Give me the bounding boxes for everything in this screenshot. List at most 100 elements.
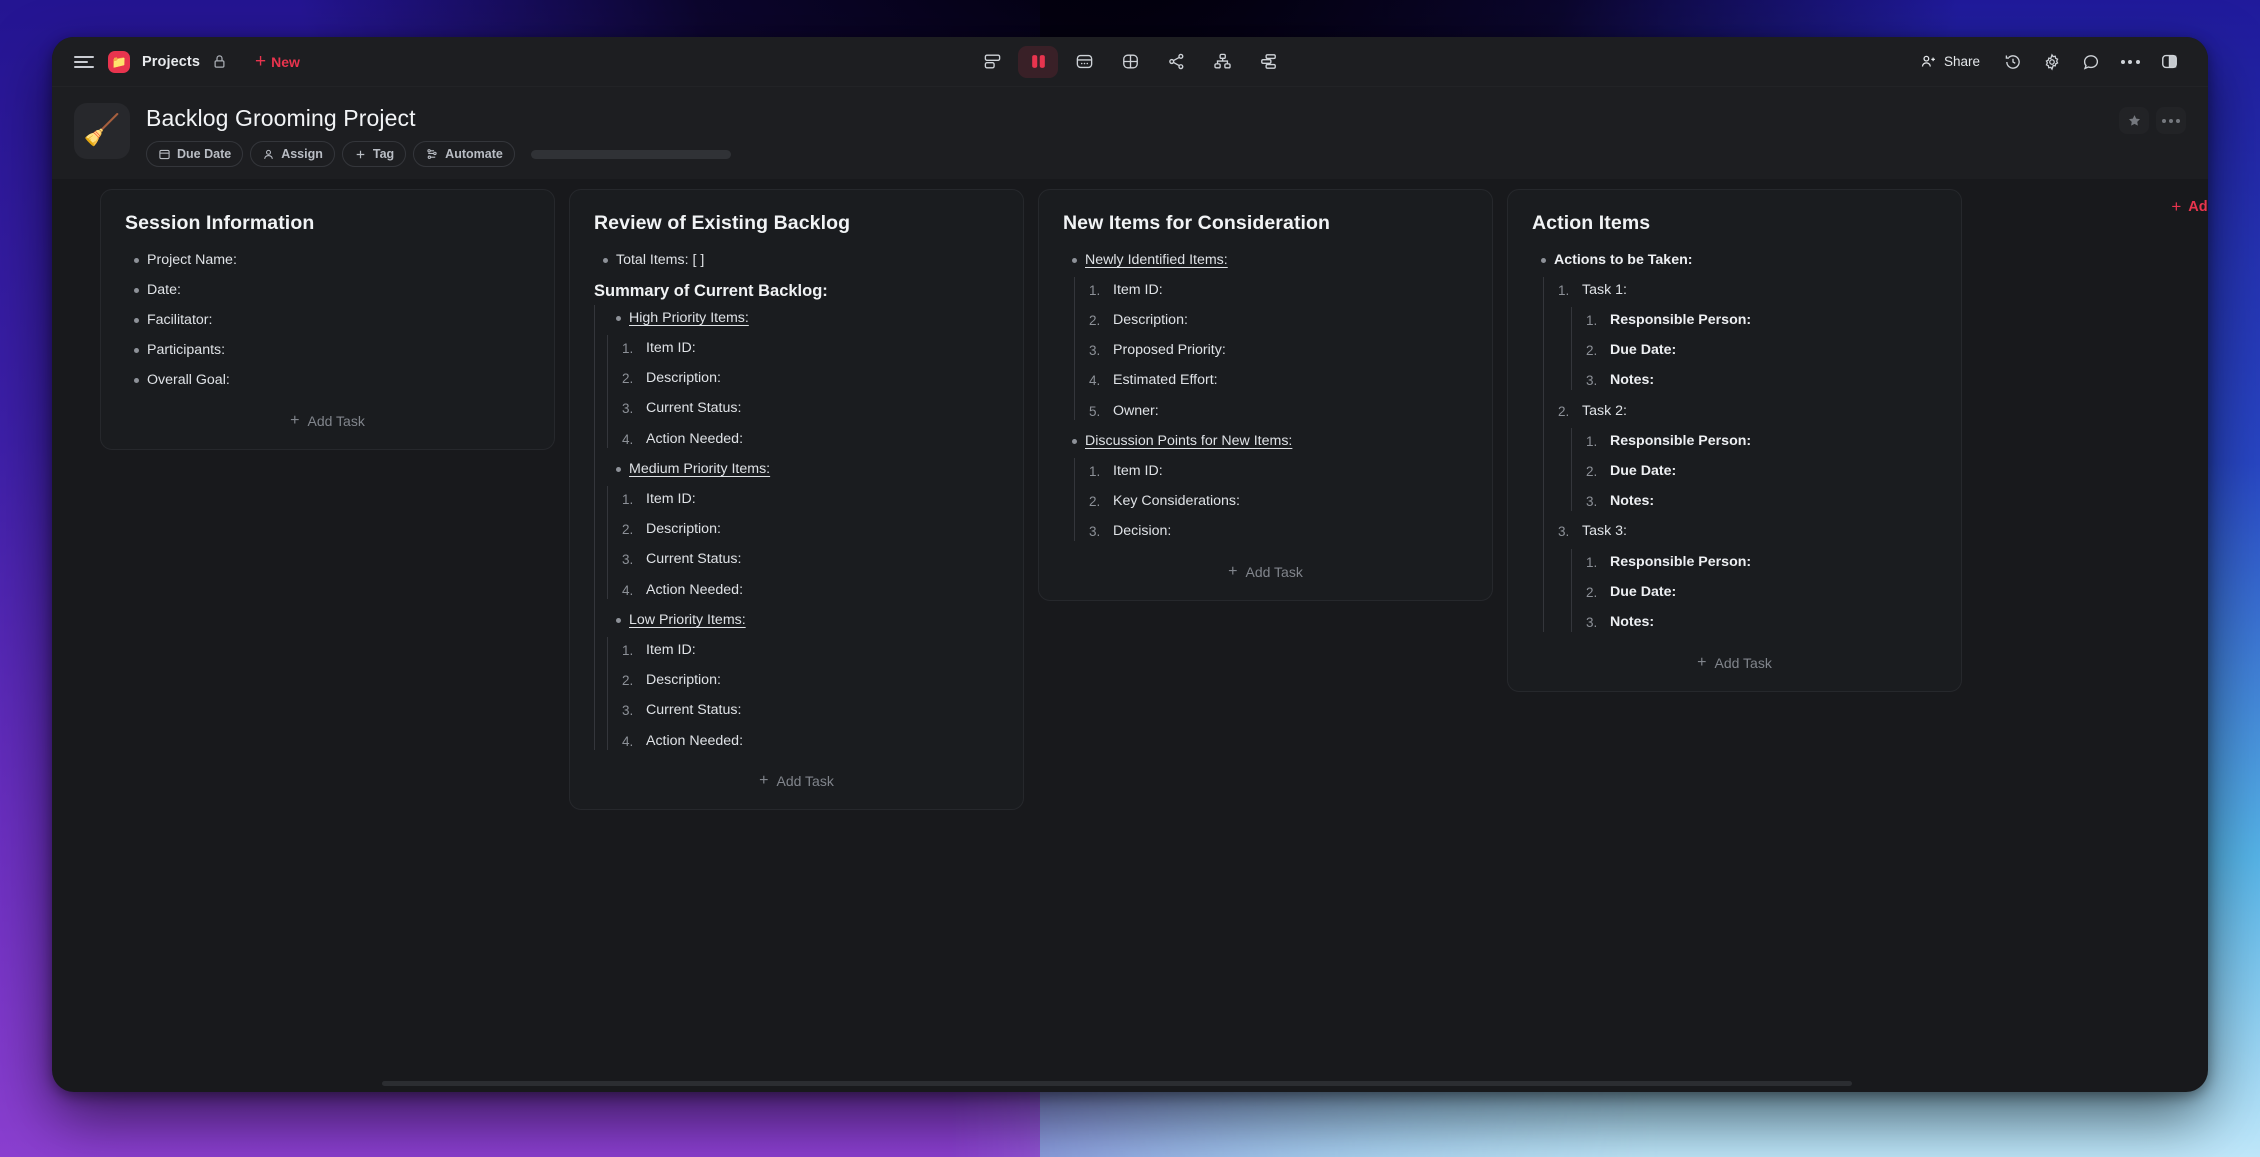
list-item-text: Item ID: (646, 339, 696, 358)
list-item[interactable]: Low Priority Items: (607, 605, 999, 635)
assign-chip[interactable]: Assign (250, 141, 335, 167)
block-content: Project Name: Date: Facilitator: Partici… (125, 245, 530, 396)
list-item[interactable]: 2. Due Date: (1586, 336, 1937, 366)
list-item[interactable]: 3. Current Status: (622, 696, 999, 726)
hamburger-icon[interactable] (74, 54, 96, 70)
list-item[interactable]: 1. Responsible Person: (1586, 305, 1937, 335)
star-icon[interactable] (2119, 107, 2149, 134)
list-item[interactable]: 3. Proposed Priority: (1089, 336, 1468, 366)
tag-chip[interactable]: Tag (342, 141, 406, 167)
list-item[interactable]: 2. Due Date: (1586, 577, 1937, 607)
list-item[interactable]: 2. Description: (622, 515, 999, 545)
list-item[interactable]: 2. Description: (622, 364, 999, 394)
list-item[interactable]: 3. Current Status: (622, 394, 999, 424)
list-item-text: Newly Identified Items: (1085, 251, 1228, 270)
project-name[interactable]: Projects (142, 54, 200, 70)
list-item[interactable]: 1. Item ID: (622, 484, 999, 514)
list-item[interactable]: Medium Priority Items: (607, 454, 999, 484)
list-item-text: Actions to be Taken: (1554, 251, 1692, 270)
list-item[interactable]: Participants: (125, 336, 530, 366)
list-item[interactable]: 1. Item ID: (622, 333, 999, 363)
list-item-text: Low Priority Items: (629, 611, 746, 630)
add-task-button[interactable]: + Add Task (594, 756, 999, 809)
list-view-icon[interactable] (972, 46, 1012, 78)
add-task-button[interactable]: + Add Task (125, 396, 530, 449)
block-title[interactable]: Session Information (125, 212, 530, 235)
list-item-text: Key Considerations: (1113, 492, 1240, 511)
list-item[interactable]: Overall Goal: (125, 366, 530, 396)
list-item[interactable]: 2. Due Date: (1586, 456, 1937, 486)
list-item[interactable]: 3. Task 3: (1558, 517, 1937, 547)
board-view-icon[interactable] (1018, 46, 1058, 78)
list-marker: 4. (1089, 371, 1113, 390)
list-item[interactable]: 2. Task 2: (1558, 396, 1937, 426)
list-item[interactable]: 4. Action Needed: (622, 424, 999, 454)
page-title[interactable]: Backlog Grooming Project (146, 105, 731, 132)
list-item[interactable]: 3. Decision: (1089, 517, 1468, 547)
list-item[interactable]: Newly Identified Items: (1063, 245, 1468, 275)
list-item[interactable]: 1. Item ID: (1089, 456, 1468, 486)
list-item[interactable]: Project Name: (125, 245, 530, 275)
list-item[interactable]: Actions to be Taken: (1532, 245, 1937, 275)
timeline-icon[interactable] (1248, 46, 1288, 78)
share-button[interactable]: Share (1909, 48, 1991, 75)
list-item-text: Facilitator: (147, 311, 212, 330)
share-nodes-icon[interactable] (1156, 46, 1196, 78)
list-marker: 4. (622, 430, 646, 449)
add-task-button[interactable]: + Add Task (1063, 547, 1468, 600)
list-item[interactable]: 5. Owner: (1089, 396, 1468, 426)
bullet-icon (594, 251, 616, 263)
list-item[interactable]: High Priority Items: (607, 303, 999, 333)
horizontal-scrollbar[interactable] (382, 1081, 1852, 1086)
automate-chip[interactable]: Automate (413, 141, 515, 167)
ellipsis-icon[interactable] (2113, 46, 2147, 78)
list-item[interactable]: 2. Description: (622, 666, 999, 696)
list-item[interactable]: 4. Action Needed: (622, 575, 999, 605)
add-block-button[interactable]: + Add Block (2171, 198, 2208, 215)
nested-group: 1. Item ID: 2. Description: 3. Current S… (607, 333, 999, 454)
board: Session Information Project Name: Date: … (52, 179, 2208, 1088)
list-item[interactable]: 1. Item ID: (1089, 275, 1468, 305)
list-item[interactable]: Date: (125, 275, 530, 305)
list-item[interactable]: 4. Estimated Effort: (1089, 366, 1468, 396)
broom-icon[interactable]: 🧹 (74, 103, 130, 159)
list-item[interactable]: Discussion Points for New Items: (1063, 426, 1468, 456)
new-button[interactable]: + New (255, 52, 300, 71)
plus-icon: + (1228, 564, 1237, 580)
add-task-button[interactable]: + Add Task (1532, 638, 1937, 691)
table-view-icon[interactable] (1110, 46, 1150, 78)
calendar-icon (158, 148, 171, 161)
list-item[interactable]: 2. Description: (1089, 305, 1468, 335)
calendar-view-icon[interactable] (1064, 46, 1104, 78)
list-item[interactable]: 3. Current Status: (622, 545, 999, 575)
list-item[interactable]: 1. Item ID: (622, 635, 999, 665)
block-title[interactable]: New Items for Consideration (1063, 212, 1468, 235)
list-item[interactable]: Facilitator: (125, 305, 530, 335)
plus-icon: + (255, 52, 266, 71)
bullet-icon (607, 309, 629, 321)
list-item[interactable]: 1. Task 1: (1558, 275, 1937, 305)
section-heading[interactable]: Summary of Current Backlog: (594, 275, 999, 303)
list-item[interactable]: 1. Responsible Person: (1586, 426, 1937, 456)
block-title[interactable]: Action Items (1532, 212, 1937, 235)
org-chart-icon[interactable] (1202, 46, 1242, 78)
new-button-label: New (271, 54, 300, 70)
list-item[interactable]: 1. Responsible Person: (1586, 547, 1937, 577)
nested-group: 1. Item ID: 2. Description: 3. Current S… (607, 635, 999, 756)
folder-icon[interactable]: 📁 (108, 51, 130, 73)
list-item-text: Due Date: (1610, 341, 1676, 360)
list-item[interactable]: 3. Notes: (1586, 608, 1937, 638)
more-options-icon[interactable] (2156, 107, 2186, 134)
chat-bubble-icon[interactable] (2074, 46, 2108, 78)
history-icon[interactable] (1996, 46, 2030, 78)
due-date-chip[interactable]: Due Date (146, 141, 243, 167)
block-title[interactable]: Review of Existing Backlog (594, 212, 999, 235)
list-item[interactable]: 3. Notes: (1586, 487, 1937, 517)
list-item[interactable]: 3. Notes: (1586, 366, 1937, 396)
gear-icon[interactable] (2035, 46, 2069, 78)
panel-toggle-icon[interactable] (2152, 46, 2186, 78)
list-item[interactable]: 4. Action Needed: (622, 726, 999, 756)
list-item[interactable]: 2. Key Considerations: (1089, 487, 1468, 517)
list-item-text: Action Needed: (646, 732, 743, 751)
list-item[interactable]: Total Items: [ ] (594, 245, 999, 275)
